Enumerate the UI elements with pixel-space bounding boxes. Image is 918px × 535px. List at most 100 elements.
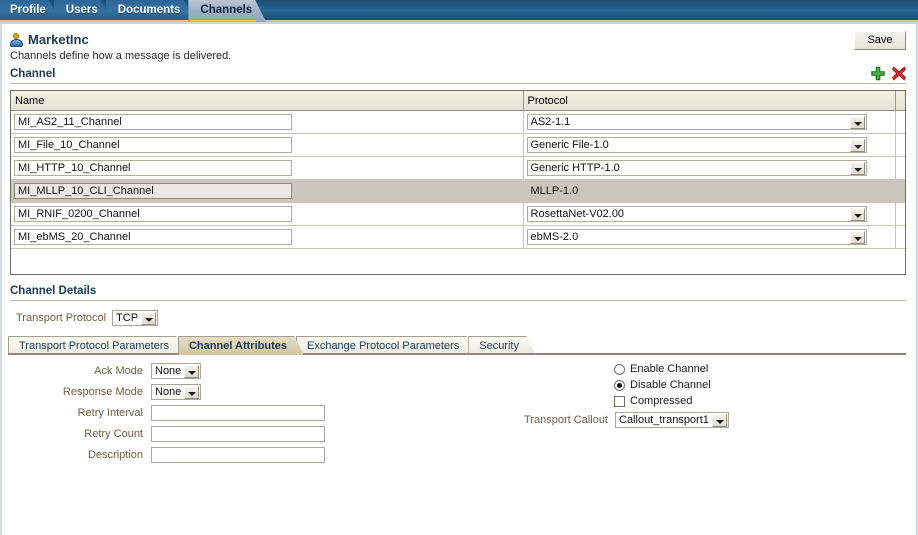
- channel-attributes-form: Ack Mode None Response Mode None Retry I…: [0, 363, 918, 483]
- retry-count-row: Retry Count: [0, 426, 360, 442]
- save-button[interactable]: Save: [854, 31, 906, 50]
- tab-security[interactable]: Security: [468, 336, 536, 355]
- ack-mode-select[interactable]: None: [151, 363, 202, 379]
- protocol-select[interactable]: ebMS-2.0: [526, 229, 867, 245]
- channel-name-input[interactable]: [14, 229, 292, 245]
- channel-name-input[interactable]: [14, 206, 292, 222]
- page-subtitle: Channels define how a message is deliver…: [10, 50, 232, 62]
- chevron-down-icon[interactable]: [184, 365, 200, 378]
- response-mode-label: Response Mode: [62, 386, 143, 398]
- protocol-select[interactable]: AS2-1.1: [526, 114, 867, 130]
- title-row: MarketInc: [10, 32, 918, 47]
- retry-interval-input[interactable]: [151, 405, 325, 421]
- ack-mode-label: Ack Mode: [94, 365, 143, 377]
- tab-transport-protocol-parameters[interactable]: Transport Protocol Parameters: [8, 336, 186, 355]
- plus-icon[interactable]: [871, 66, 885, 81]
- tab-channel-attributes[interactable]: Channel Attributes: [178, 336, 304, 355]
- response-mode-select[interactable]: None: [151, 384, 202, 400]
- main-tab-bar: Profile Users Documents Channels: [0, 0, 918, 24]
- ack-mode-value: None: [155, 365, 182, 377]
- description-input[interactable]: [151, 447, 325, 463]
- attributes-left-column: Ack Mode None Response Mode None Retry I…: [0, 363, 360, 468]
- transport-protocol-label: Transport Protocol: [16, 312, 107, 324]
- application-window: Profile Users Documents Channels MarketI…: [0, 0, 918, 535]
- channel-section-actions: [871, 66, 906, 81]
- tab-users-label: Users: [65, 4, 98, 16]
- transport-protocol-value: TCP: [116, 312, 139, 324]
- table-row[interactable]: Generic File-1.0: [11, 133, 905, 157]
- table-body: AS2-1.1 Generic File-1.0: [11, 110, 905, 249]
- chevron-down-icon[interactable]: [849, 116, 865, 129]
- table-header-row: Name Protocol: [11, 91, 905, 111]
- response-mode-row: Response Mode None: [0, 384, 360, 400]
- attributes-right-column: Enable Channel Disable Channel Compresse…: [512, 363, 842, 428]
- protocol-select[interactable]: Generic HTTP-1.0: [526, 160, 867, 176]
- description-label: Description: [87, 449, 143, 461]
- protocol-value: Generic HTTP-1.0: [530, 162, 620, 174]
- column-header-protocol: Protocol: [523, 91, 896, 111]
- response-mode-value: None: [155, 386, 182, 398]
- description-row: Description: [0, 447, 360, 463]
- protocol-value: RosettaNet-V02.00: [530, 208, 625, 220]
- disable-channel-radio[interactable]: [614, 379, 625, 391]
- column-header-name: Name: [11, 91, 524, 111]
- channel-section-header: Channel: [10, 66, 906, 84]
- transport-protocol-row: Transport Protocol TCP: [16, 310, 918, 326]
- chevron-down-icon[interactable]: [849, 162, 865, 175]
- retry-count-input[interactable]: [151, 426, 325, 442]
- table-row[interactable]: AS2-1.1: [11, 110, 905, 134]
- tab-users[interactable]: Users: [54, 0, 112, 22]
- tab-profile[interactable]: Profile: [0, 0, 60, 22]
- protocol-value: Generic File-1.0: [530, 139, 609, 151]
- channel-name-input[interactable]: [14, 183, 292, 199]
- tab-channel-attributes-label: Channel Attributes: [188, 340, 287, 352]
- tab-channels-label: Channels: [200, 4, 253, 16]
- channel-table[interactable]: Name Protocol AS2-1.1: [10, 90, 906, 275]
- chevron-down-icon[interactable]: [184, 386, 200, 399]
- tab-exchange-protocol-parameters[interactable]: Exchange Protocol Parameters: [296, 336, 476, 355]
- table-row-selected[interactable]: MLLP-1.0: [11, 179, 905, 203]
- disable-channel-label: Disable Channel: [630, 379, 711, 391]
- transport-callout-select[interactable]: Callout_transport1: [615, 412, 729, 428]
- transport-protocol-select[interactable]: TCP: [112, 310, 159, 326]
- enable-channel-radio[interactable]: [614, 363, 625, 375]
- page-header: MarketInc Channels define how a message …: [0, 24, 918, 66]
- channel-name-input[interactable]: [14, 114, 292, 130]
- retry-interval-row: Retry Interval: [0, 405, 360, 421]
- compressed-label: Compressed: [630, 395, 693, 407]
- tab-exchange-protocol-parameters-label: Exchange Protocol Parameters: [306, 340, 460, 352]
- retry-count-label: Retry Count: [84, 428, 143, 440]
- channel-name-input[interactable]: [14, 160, 292, 176]
- channel-name-input[interactable]: [14, 137, 292, 153]
- table-row[interactable]: RosettaNet-V02.00: [11, 202, 905, 226]
- chevron-down-icon[interactable]: [141, 312, 157, 325]
- transport-callout-row: Transport Callout Callout_transport1: [512, 412, 842, 428]
- tab-profile-label: Profile: [10, 4, 46, 16]
- chevron-down-icon[interactable]: [849, 231, 865, 244]
- compressed-checkbox[interactable]: [614, 395, 625, 407]
- tab-security-label: Security: [479, 340, 519, 352]
- table-row[interactable]: ebMS-2.0: [11, 225, 905, 249]
- person-icon: [10, 32, 23, 47]
- channel-details-title: Channel Details: [10, 285, 906, 301]
- chevron-down-icon[interactable]: [711, 414, 727, 427]
- tab-documents[interactable]: Documents: [106, 0, 195, 22]
- enable-channel-option[interactable]: Enable Channel: [512, 363, 842, 375]
- compressed-option[interactable]: Compressed: [512, 395, 842, 407]
- tab-channels[interactable]: Channels: [188, 0, 266, 22]
- details-tab-bar: Transport Protocol Parameters Channel At…: [8, 336, 918, 355]
- transport-callout-label: Transport Callout: [524, 414, 608, 426]
- disable-channel-option[interactable]: Disable Channel: [512, 379, 842, 391]
- column-header-spacer: [895, 91, 905, 111]
- channel-section-title: Channel: [10, 68, 56, 80]
- chevron-down-icon[interactable]: [849, 139, 865, 152]
- protocol-select[interactable]: Generic File-1.0: [526, 137, 867, 153]
- delete-x-icon[interactable]: [892, 66, 906, 81]
- protocol-value: AS2-1.1: [530, 116, 571, 128]
- table-row[interactable]: Generic HTTP-1.0: [11, 156, 905, 180]
- protocol-select[interactable]: RosettaNet-V02.00: [526, 206, 867, 222]
- transport-callout-value: Callout_transport1: [619, 414, 709, 426]
- chevron-down-icon[interactable]: [849, 208, 865, 221]
- page-title: MarketInc: [28, 32, 89, 47]
- tab-documents-label: Documents: [117, 4, 181, 16]
